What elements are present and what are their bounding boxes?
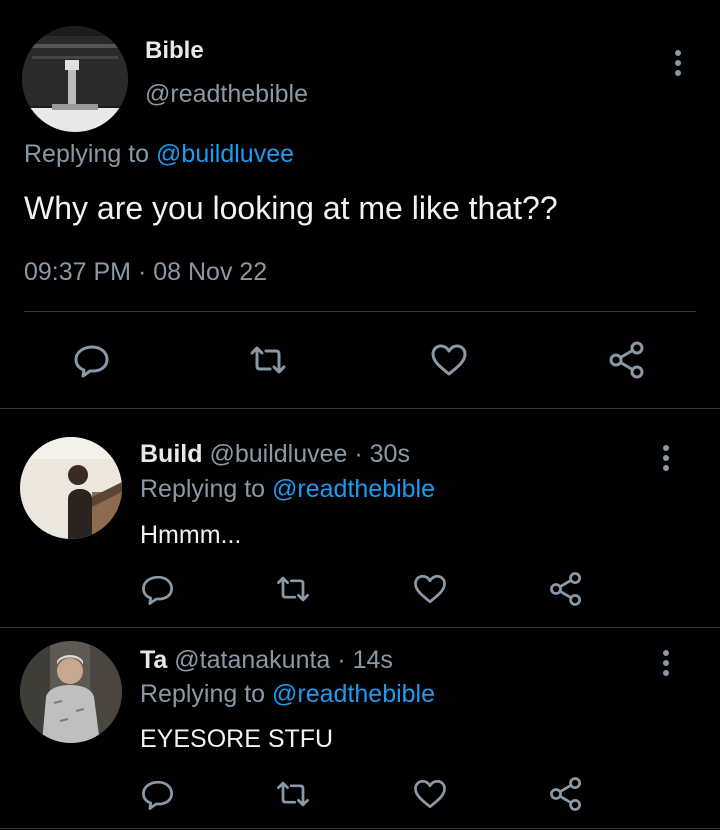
more-options-button[interactable]: [652, 439, 682, 479]
tweet-time: 09:37 PM: [24, 258, 132, 286]
share-button[interactable]: [605, 338, 649, 382]
display-name[interactable]: Ta: [140, 646, 167, 674]
replying-to: Replying to @readthebible: [140, 475, 435, 504]
reply-icon: [74, 345, 109, 378]
meta-separator: ·: [354, 440, 363, 468]
more-dot: [663, 670, 669, 676]
reply-button[interactable]: [70, 338, 114, 382]
retweet-button[interactable]: [246, 338, 290, 382]
replying-prefix: Replying to: [24, 140, 157, 168]
mention-link[interactable]: @readthebible: [272, 680, 435, 708]
reply-tweet[interactable]: Build @buildluvee · 30s Replying to @rea…: [0, 409, 720, 627]
handle[interactable]: @readthebible: [145, 80, 308, 109]
more-vertical-icon: [663, 650, 669, 656]
more-options-button[interactable]: [652, 644, 682, 684]
reply-icon: [142, 575, 173, 605]
more-dot: [663, 660, 669, 666]
display-name[interactable]: Bible: [145, 37, 204, 65]
tweet-timestamp[interactable]: 09:37 PM · 08 Nov 22: [24, 258, 267, 287]
retweet-button[interactable]: [273, 569, 313, 609]
retweet-icon: [277, 781, 309, 807]
main-tweet: Bible @readthebible Replying to @buildlu…: [0, 0, 720, 410]
retweet-icon: [277, 576, 309, 602]
share-icon: [550, 777, 581, 811]
tweet-date: 08 Nov 22: [153, 258, 268, 286]
share-icon: [609, 341, 644, 379]
avatar[interactable]: [20, 641, 122, 743]
tweet-text: Why are you looking at me like that??: [24, 190, 558, 226]
more-dot: [675, 60, 681, 66]
like-button[interactable]: [410, 569, 450, 609]
share-button[interactable]: [546, 569, 586, 609]
handle[interactable]: @tatanakunta: [174, 646, 330, 674]
reply-button[interactable]: [138, 569, 178, 609]
share-button[interactable]: [546, 774, 586, 814]
replying-to: Replying to @readthebible: [140, 680, 435, 709]
meta-separator: ·: [137, 258, 147, 286]
divider: [0, 828, 720, 829]
like-button[interactable]: [427, 338, 471, 382]
reply-button[interactable]: [138, 774, 178, 814]
retweet-button[interactable]: [273, 774, 313, 814]
handle[interactable]: @buildluvee: [209, 440, 347, 468]
retweet-icon: [250, 346, 286, 374]
share-icon: [550, 572, 581, 606]
replying-to: Replying to @buildluvee: [24, 140, 294, 169]
reply-header: Build @buildluvee · 30s: [140, 440, 410, 469]
reply-header: Ta @tatanakunta · 14s: [140, 646, 393, 675]
reply-icon: [142, 780, 173, 810]
replying-prefix: Replying to: [140, 680, 273, 708]
mention-link[interactable]: @buildluvee: [156, 140, 294, 168]
more-dot: [663, 455, 669, 461]
mention-link[interactable]: @readthebible: [272, 475, 435, 503]
tweet-text: EYESORE STFU: [140, 725, 334, 753]
more-dot: [675, 70, 681, 76]
reply-age[interactable]: 14s: [353, 646, 393, 674]
heart-icon: [414, 574, 446, 604]
divider: [24, 311, 696, 312]
heart-icon: [431, 344, 467, 376]
more-options-button[interactable]: [664, 44, 694, 84]
replying-prefix: Replying to: [140, 475, 273, 503]
meta-separator: ·: [337, 646, 346, 674]
heart-icon: [414, 779, 446, 809]
avatar[interactable]: [20, 437, 122, 539]
more-dot: [663, 465, 669, 471]
avatar[interactable]: [22, 26, 128, 132]
reply-age[interactable]: 30s: [370, 440, 410, 468]
reply-tweet[interactable]: Ta @tatanakunta · 14s Replying to @readt…: [0, 628, 720, 830]
more-vertical-icon: [663, 445, 669, 451]
more-vertical-icon: [675, 50, 681, 56]
display-name[interactable]: Build: [140, 440, 203, 468]
tweet-text: Hmmm...: [140, 521, 242, 549]
like-button[interactable]: [410, 774, 450, 814]
